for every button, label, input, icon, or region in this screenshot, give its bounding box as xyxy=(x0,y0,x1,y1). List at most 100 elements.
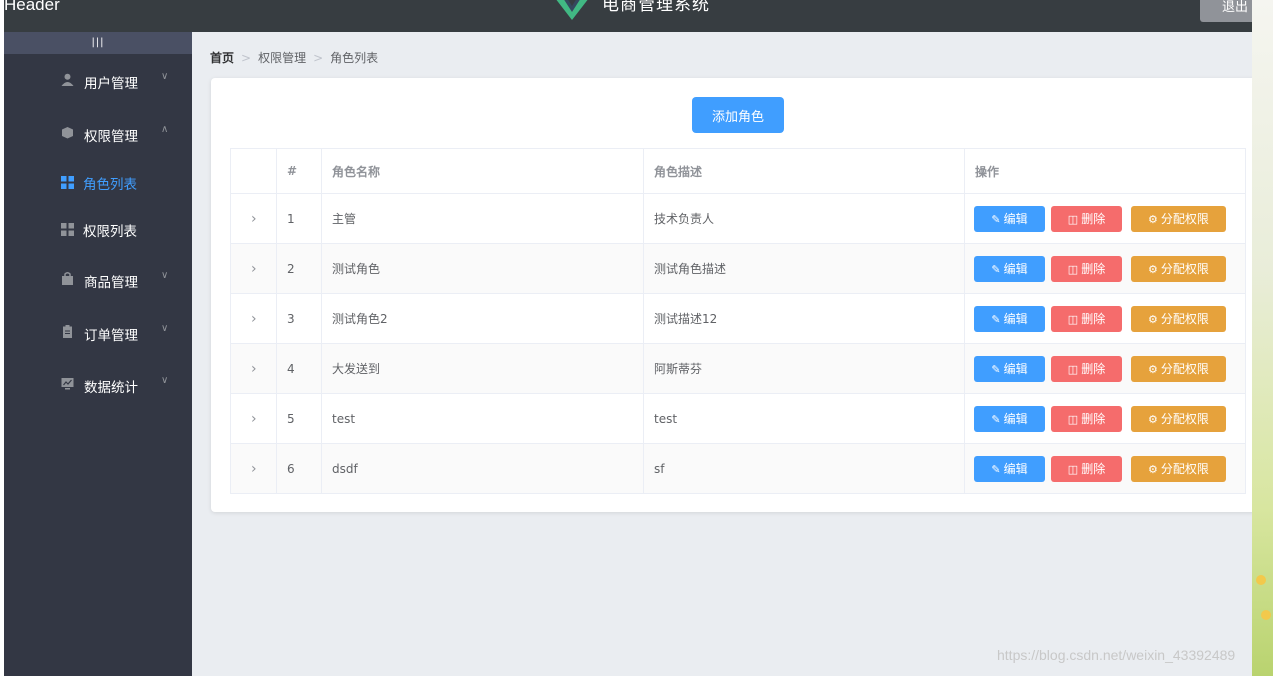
gear-icon: ⚙ xyxy=(1148,262,1158,276)
cell-index: 6 xyxy=(276,443,322,494)
chevron-down-icon: ∨ xyxy=(161,71,169,82)
trash-icon: ◫ xyxy=(1067,362,1079,376)
expand-row-chevron-icon[interactable]: › xyxy=(230,193,277,244)
breadcrumb-item-home[interactable]: 首页 xyxy=(210,49,234,66)
assign-rights-button[interactable]: ⚙ 分配权限 xyxy=(1131,405,1226,432)
cell-role-name: 主管 xyxy=(321,193,644,244)
edit-button-label: 编辑 xyxy=(1003,211,1028,226)
column-header-role-desc: 角色描述 xyxy=(643,148,965,194)
table-row: › 6 dsdf sf ✎ 编辑 ◫ 删除 ⚙ 分配权限 xyxy=(230,443,1246,494)
edit-button[interactable]: ✎ 编辑 xyxy=(974,355,1045,382)
assign-rights-button[interactable]: ⚙ 分配权限 xyxy=(1131,205,1226,232)
cell-role-name: 测试角色2 xyxy=(321,293,644,344)
column-header-expand xyxy=(230,148,277,194)
trash-icon: ◫ xyxy=(1067,212,1079,226)
edit-button[interactable]: ✎ 编辑 xyxy=(974,455,1045,482)
gear-icon: ⚙ xyxy=(1148,312,1158,326)
header-bar: Header 电商管理系统 退出 xyxy=(4,0,1252,32)
assign-rights-button-label: 分配权限 xyxy=(1160,211,1209,226)
cell-actions: ✎ 编辑 ◫ 删除 ⚙ 分配权限 xyxy=(964,343,1246,394)
sidebar-menu-reports[interactable]: 数据统计 ∨ xyxy=(4,362,192,408)
edit-button[interactable]: ✎ 编辑 xyxy=(974,205,1045,232)
gear-icon: ⚙ xyxy=(1148,412,1158,426)
sidebar-item-label: 角色列表 xyxy=(83,177,137,193)
pencil-icon: ✎ xyxy=(991,262,1001,276)
delete-button[interactable]: ◫ 删除 xyxy=(1051,305,1122,332)
pencil-icon: ✎ xyxy=(991,412,1001,426)
edit-button[interactable]: ✎ 编辑 xyxy=(974,255,1045,282)
assign-rights-button[interactable]: ⚙ 分配权限 xyxy=(1131,255,1226,282)
assign-rights-button[interactable]: ⚙ 分配权限 xyxy=(1131,305,1226,332)
app-window: Header 电商管理系统 退出 ||| 用户管理 ∨ 权限管理 ∧ 角色列表 … xyxy=(4,0,1252,676)
column-header-index: # xyxy=(276,148,322,194)
grid-icon xyxy=(61,223,74,236)
assign-rights-button[interactable]: ⚙ 分配权限 xyxy=(1131,355,1226,382)
cell-role-desc: test xyxy=(643,393,965,444)
edit-button-label: 编辑 xyxy=(1003,461,1028,476)
delete-button[interactable]: ◫ 删除 xyxy=(1051,455,1122,482)
edit-button[interactable]: ✎ 编辑 xyxy=(974,305,1045,332)
sidebar-menu-label: 权限管理 xyxy=(84,129,138,145)
chart-icon xyxy=(61,378,74,390)
add-role-button[interactable]: 添加角色 xyxy=(692,97,784,133)
breadcrumb: 首页 > 权限管理 > 角色列表 xyxy=(210,49,378,66)
sidebar-menu-label: 数据统计 xyxy=(84,380,138,396)
breadcrumb-separator-icon: > xyxy=(241,51,252,65)
sidebar: ||| 用户管理 ∨ 权限管理 ∧ 角色列表 权限列表 商品管理 ∨ 订单管理 … xyxy=(4,32,192,676)
sidebar-menu-rights[interactable]: 权限管理 ∧ xyxy=(4,111,192,157)
app-title: 电商管理系统 xyxy=(602,0,710,15)
sidebar-item-roles[interactable]: 角色列表 xyxy=(4,159,192,205)
expand-row-chevron-icon[interactable]: › xyxy=(230,343,277,394)
sidebar-menu-orders[interactable]: 订单管理 ∨ xyxy=(4,310,192,356)
cell-index: 2 xyxy=(276,243,322,294)
sidebar-item-label: 权限列表 xyxy=(83,224,137,240)
trash-icon: ◫ xyxy=(1067,312,1079,326)
expand-row-chevron-icon[interactable]: › xyxy=(230,243,277,294)
cell-index: 3 xyxy=(276,293,322,344)
box-icon xyxy=(62,127,73,139)
grid-icon xyxy=(61,176,74,189)
assign-rights-button-label: 分配权限 xyxy=(1160,411,1209,426)
delete-button[interactable]: ◫ 删除 xyxy=(1051,355,1122,382)
sidebar-item-rights[interactable]: 权限列表 xyxy=(4,206,192,252)
cell-role-desc: sf xyxy=(643,443,965,494)
trash-icon: ◫ xyxy=(1067,462,1079,476)
chevron-up-icon: ∧ xyxy=(161,124,169,135)
roles-card: 添加角色 # 角色名称 角色描述 操作 › 1 主管 技术负责人 ✎ 编辑 ◫ 删除 ⚙ 分配权限… xyxy=(211,78,1252,512)
cell-index: 5 xyxy=(276,393,322,444)
logout-button[interactable]: 退出 xyxy=(1200,0,1252,22)
clipboard-icon xyxy=(63,325,72,338)
delete-button[interactable]: ◫ 删除 xyxy=(1051,405,1122,432)
delete-button-label: 删除 xyxy=(1081,361,1106,376)
table-row: › 3 测试角色2 测试描述12 ✎ 编辑 ◫ 删除 ⚙ 分配权限 xyxy=(230,293,1246,344)
edit-button[interactable]: ✎ 编辑 xyxy=(974,405,1045,432)
gear-icon: ⚙ xyxy=(1148,362,1158,376)
expand-row-chevron-icon[interactable]: › xyxy=(230,293,277,344)
cell-index: 1 xyxy=(276,193,322,244)
assign-rights-button-label: 分配权限 xyxy=(1160,261,1209,276)
sidebar-menu-users[interactable]: 用户管理 ∨ xyxy=(4,58,192,104)
gear-icon: ⚙ xyxy=(1148,462,1158,476)
sidebar-menu-goods[interactable]: 商品管理 ∨ xyxy=(4,257,192,303)
expand-row-chevron-icon[interactable]: › xyxy=(230,443,277,494)
delete-button[interactable]: ◫ 删除 xyxy=(1051,255,1122,282)
breadcrumb-separator-icon: > xyxy=(313,51,324,65)
assign-rights-button-label: 分配权限 xyxy=(1160,361,1209,376)
sidebar-toggle-button[interactable]: ||| xyxy=(4,32,192,54)
table-row: › 1 主管 技术负责人 ✎ 编辑 ◫ 删除 ⚙ 分配权限 xyxy=(230,193,1246,244)
delete-button[interactable]: ◫ 删除 xyxy=(1051,205,1122,232)
cell-role-name: dsdf xyxy=(321,443,644,494)
gear-icon: ⚙ xyxy=(1148,212,1158,226)
delete-button-label: 删除 xyxy=(1081,311,1106,326)
edit-button-label: 编辑 xyxy=(1003,361,1028,376)
sidebar-menu-label: 用户管理 xyxy=(84,76,138,92)
delete-button-label: 删除 xyxy=(1081,211,1106,226)
expand-row-chevron-icon[interactable]: › xyxy=(230,393,277,444)
edit-button-label: 编辑 xyxy=(1003,411,1028,426)
pencil-icon: ✎ xyxy=(991,312,1001,326)
trash-icon: ◫ xyxy=(1067,262,1079,276)
background-decoration xyxy=(1256,575,1266,585)
chevron-down-icon: ∨ xyxy=(161,375,169,386)
assign-rights-button[interactable]: ⚙ 分配权限 xyxy=(1131,455,1226,482)
table-row: › 4 大发送到 阿斯蒂芬 ✎ 编辑 ◫ 删除 ⚙ 分配权限 xyxy=(230,343,1246,394)
